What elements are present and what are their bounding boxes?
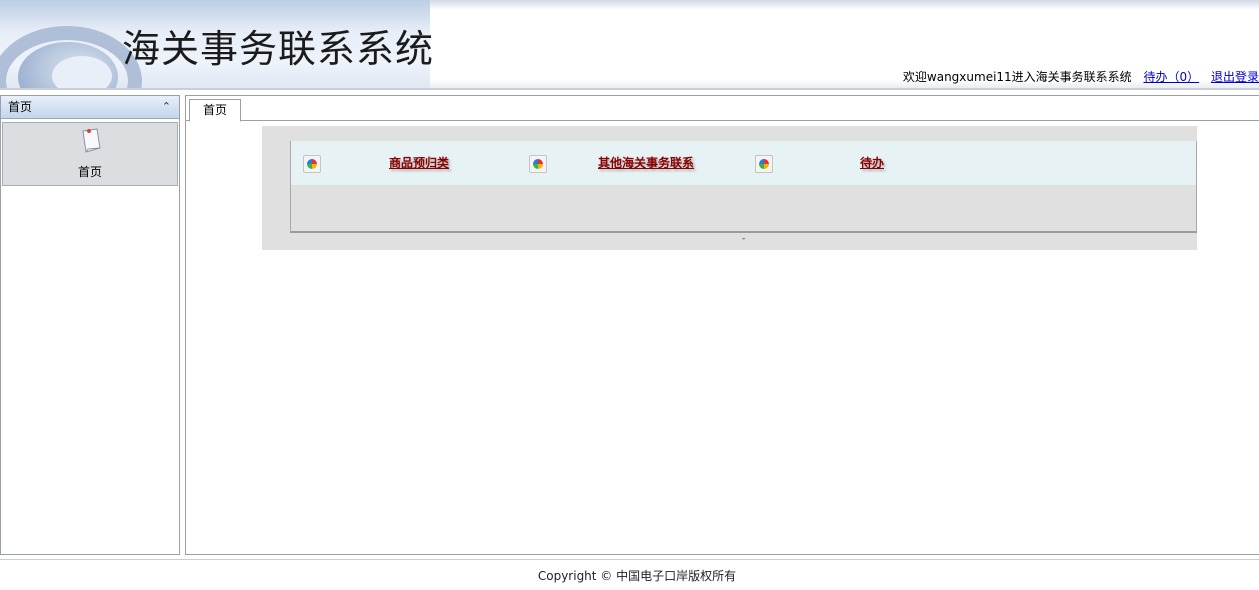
main-panel: 首页 商品预归类 其他海关事务联系 待办 - xyxy=(185,95,1259,555)
tab-strip: 首页 xyxy=(186,96,1259,122)
app-title: 海关事务联系系统 xyxy=(122,27,435,71)
copyright-text: Copyright © 中国电子口岸版权所有 xyxy=(537,569,737,583)
quick-links-row: 商品预归类 其他海关事务联系 待办 xyxy=(291,141,1196,185)
todo-link[interactable]: 待办（0） xyxy=(1144,70,1200,84)
pager-text: - xyxy=(742,234,746,244)
header-divider xyxy=(0,88,1259,90)
quick-links-panel: 商品预归类 其他海关事务联系 待办 - xyxy=(262,126,1197,250)
color-ball-icon xyxy=(529,155,547,173)
sidebar-item-home[interactable]: 首页 xyxy=(2,122,178,186)
quick-link-todo[interactable]: 待办 xyxy=(860,154,884,171)
quick-link-goods-preclassification[interactable]: 商品预归类 xyxy=(389,154,449,171)
logo-highlight xyxy=(52,56,112,90)
quick-link-other-customs-affairs[interactable]: 其他海关事务联系 xyxy=(598,154,694,171)
logout-link[interactable]: 退出登录 xyxy=(1211,70,1259,84)
color-ball-icon xyxy=(755,155,773,173)
welcome-text: 欢迎wangxumei11进入海关事务联系系统 xyxy=(902,70,1132,84)
quick-links-frame: 商品预归类 其他海关事务联系 待办 xyxy=(290,141,1197,233)
double-chevron-up-icon[interactable]: ⌃︎ xyxy=(162,96,171,118)
sidebar-item-label: 首页 xyxy=(77,165,102,179)
color-ball-icon xyxy=(303,155,321,173)
tab-home[interactable]: 首页 xyxy=(189,99,242,122)
sidebar: 首页 ⌃︎ 首页 xyxy=(0,95,180,555)
header: 海关事务联系系统 欢迎wangxumei11进入海关事务联系系统 待办（0） 退… xyxy=(0,0,1259,90)
footer-divider xyxy=(0,559,1259,560)
user-bar: 欢迎wangxumei11进入海关事务联系系统 待办（0） 退出登录 xyxy=(903,68,1259,85)
sidebar-header[interactable]: 首页 ⌃︎ xyxy=(1,96,179,119)
document-icon xyxy=(82,128,101,153)
sidebar-title: 首页 xyxy=(8,100,33,114)
